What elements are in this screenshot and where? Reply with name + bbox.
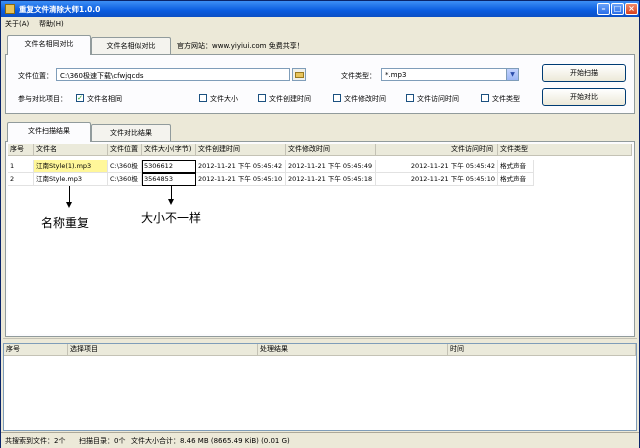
log-table[interactable]: 序号 选择项目 处理结果 时间 [3,343,637,431]
panel-splitter[interactable] [3,338,637,342]
annotation-same-name: 名称重复 [41,216,90,230]
title-bar: 重复文件清除大师1.0.0 – □ × [1,1,639,17]
col-header[interactable]: 文件名 [34,144,108,156]
minimize-icon[interactable]: – [597,3,610,15]
annotation-arrowhead [66,202,72,208]
close-icon[interactable]: × [625,3,638,15]
location-value: C:\360极速下载\cfwjqcds [60,72,144,80]
col-header[interactable]: 序号 [8,144,34,156]
type-select[interactable]: *.mp3 ▼ [381,68,519,81]
status-bar: 共搜索到文件：2个 扫描目录：0个 文件大小合计：8.46 MB (8665.4… [1,432,639,448]
maximize-icon[interactable]: □ [611,3,624,15]
criteria-label: 参与对比项目： [18,95,67,103]
tab-name-compare[interactable]: 文件名相同对比 [7,35,91,55]
type-value: *.mp3 [385,71,407,79]
app-icon [5,4,15,14]
col-header[interactable]: 处理结果 [258,344,448,356]
col-header[interactable]: 选择项目 [68,344,258,356]
menu-about[interactable]: 关于(A) [5,19,29,29]
annotation-arrowhead [168,199,174,205]
location-label: 文件位置： [18,72,53,80]
col-header[interactable]: 文件类型 [498,144,632,156]
website-label: 官方网站：www.yiyiui.com 免费共享！ [177,42,304,50]
settings-panel: 文件位置： C:\360极速下载\cfwjqcds 文件类型： *.mp3 ▼ … [5,54,635,114]
start-compare-button[interactable]: 开始对比 [542,88,626,106]
col-header[interactable]: 文件创建时间 [196,144,286,156]
results-panel: 序号 文件名 文件位置 文件大小(字节) 文件创建时间 文件修改时间 文件访问时… [5,141,635,337]
tab-compare-result[interactable]: 文件对比结果 [91,124,171,142]
location-input[interactable]: C:\360极速下载\cfwjqcds [56,68,290,81]
start-scan-button[interactable]: 开始扫描 [542,64,626,82]
type-label: 文件类型： [341,72,376,80]
col-header[interactable]: 文件修改时间 [286,144,376,156]
status-total: 文件大小合计：8.46 MB (8665.49 KiB) (0.01 G) [131,437,290,445]
tab-similar-compare[interactable]: 文件名相似对比 [91,37,171,55]
window-title: 重复文件清除大师1.0.0 [19,5,101,14]
col-header[interactable]: 序号 [4,344,68,356]
annotation-diff-size: 大小不一样 [141,211,202,225]
checkbox-checked-icon[interactable]: ✓ [76,94,84,102]
results-table[interactable]: 序号 文件名 文件位置 文件大小(字节) 文件创建时间 文件修改时间 文件访问时… [8,144,632,334]
col-header[interactable]: 文件大小(字节) [142,144,196,156]
col-header[interactable]: 时间 [448,344,636,356]
status-found: 共搜索到文件：2个 [5,437,66,445]
col-header[interactable]: 文件访问时间 [376,144,498,156]
app-window: 重复文件清除大师1.0.0 – □ × 关于(A) 帮助(H) 文件名相同对比 … [0,0,640,448]
menu-help[interactable]: 帮助(H) [39,19,64,29]
status-dirs: 扫描目录：0个 [79,437,126,445]
col-header[interactable]: 文件位置 [108,144,142,156]
tab-scan-result[interactable]: 文件扫描结果 [7,122,91,142]
annotation-arrow-line [171,186,172,200]
chevron-down-icon[interactable]: ▼ [506,69,518,80]
menu-bar: 关于(A) 帮助(H) [1,17,639,29]
browse-folder-icon[interactable] [292,68,306,81]
